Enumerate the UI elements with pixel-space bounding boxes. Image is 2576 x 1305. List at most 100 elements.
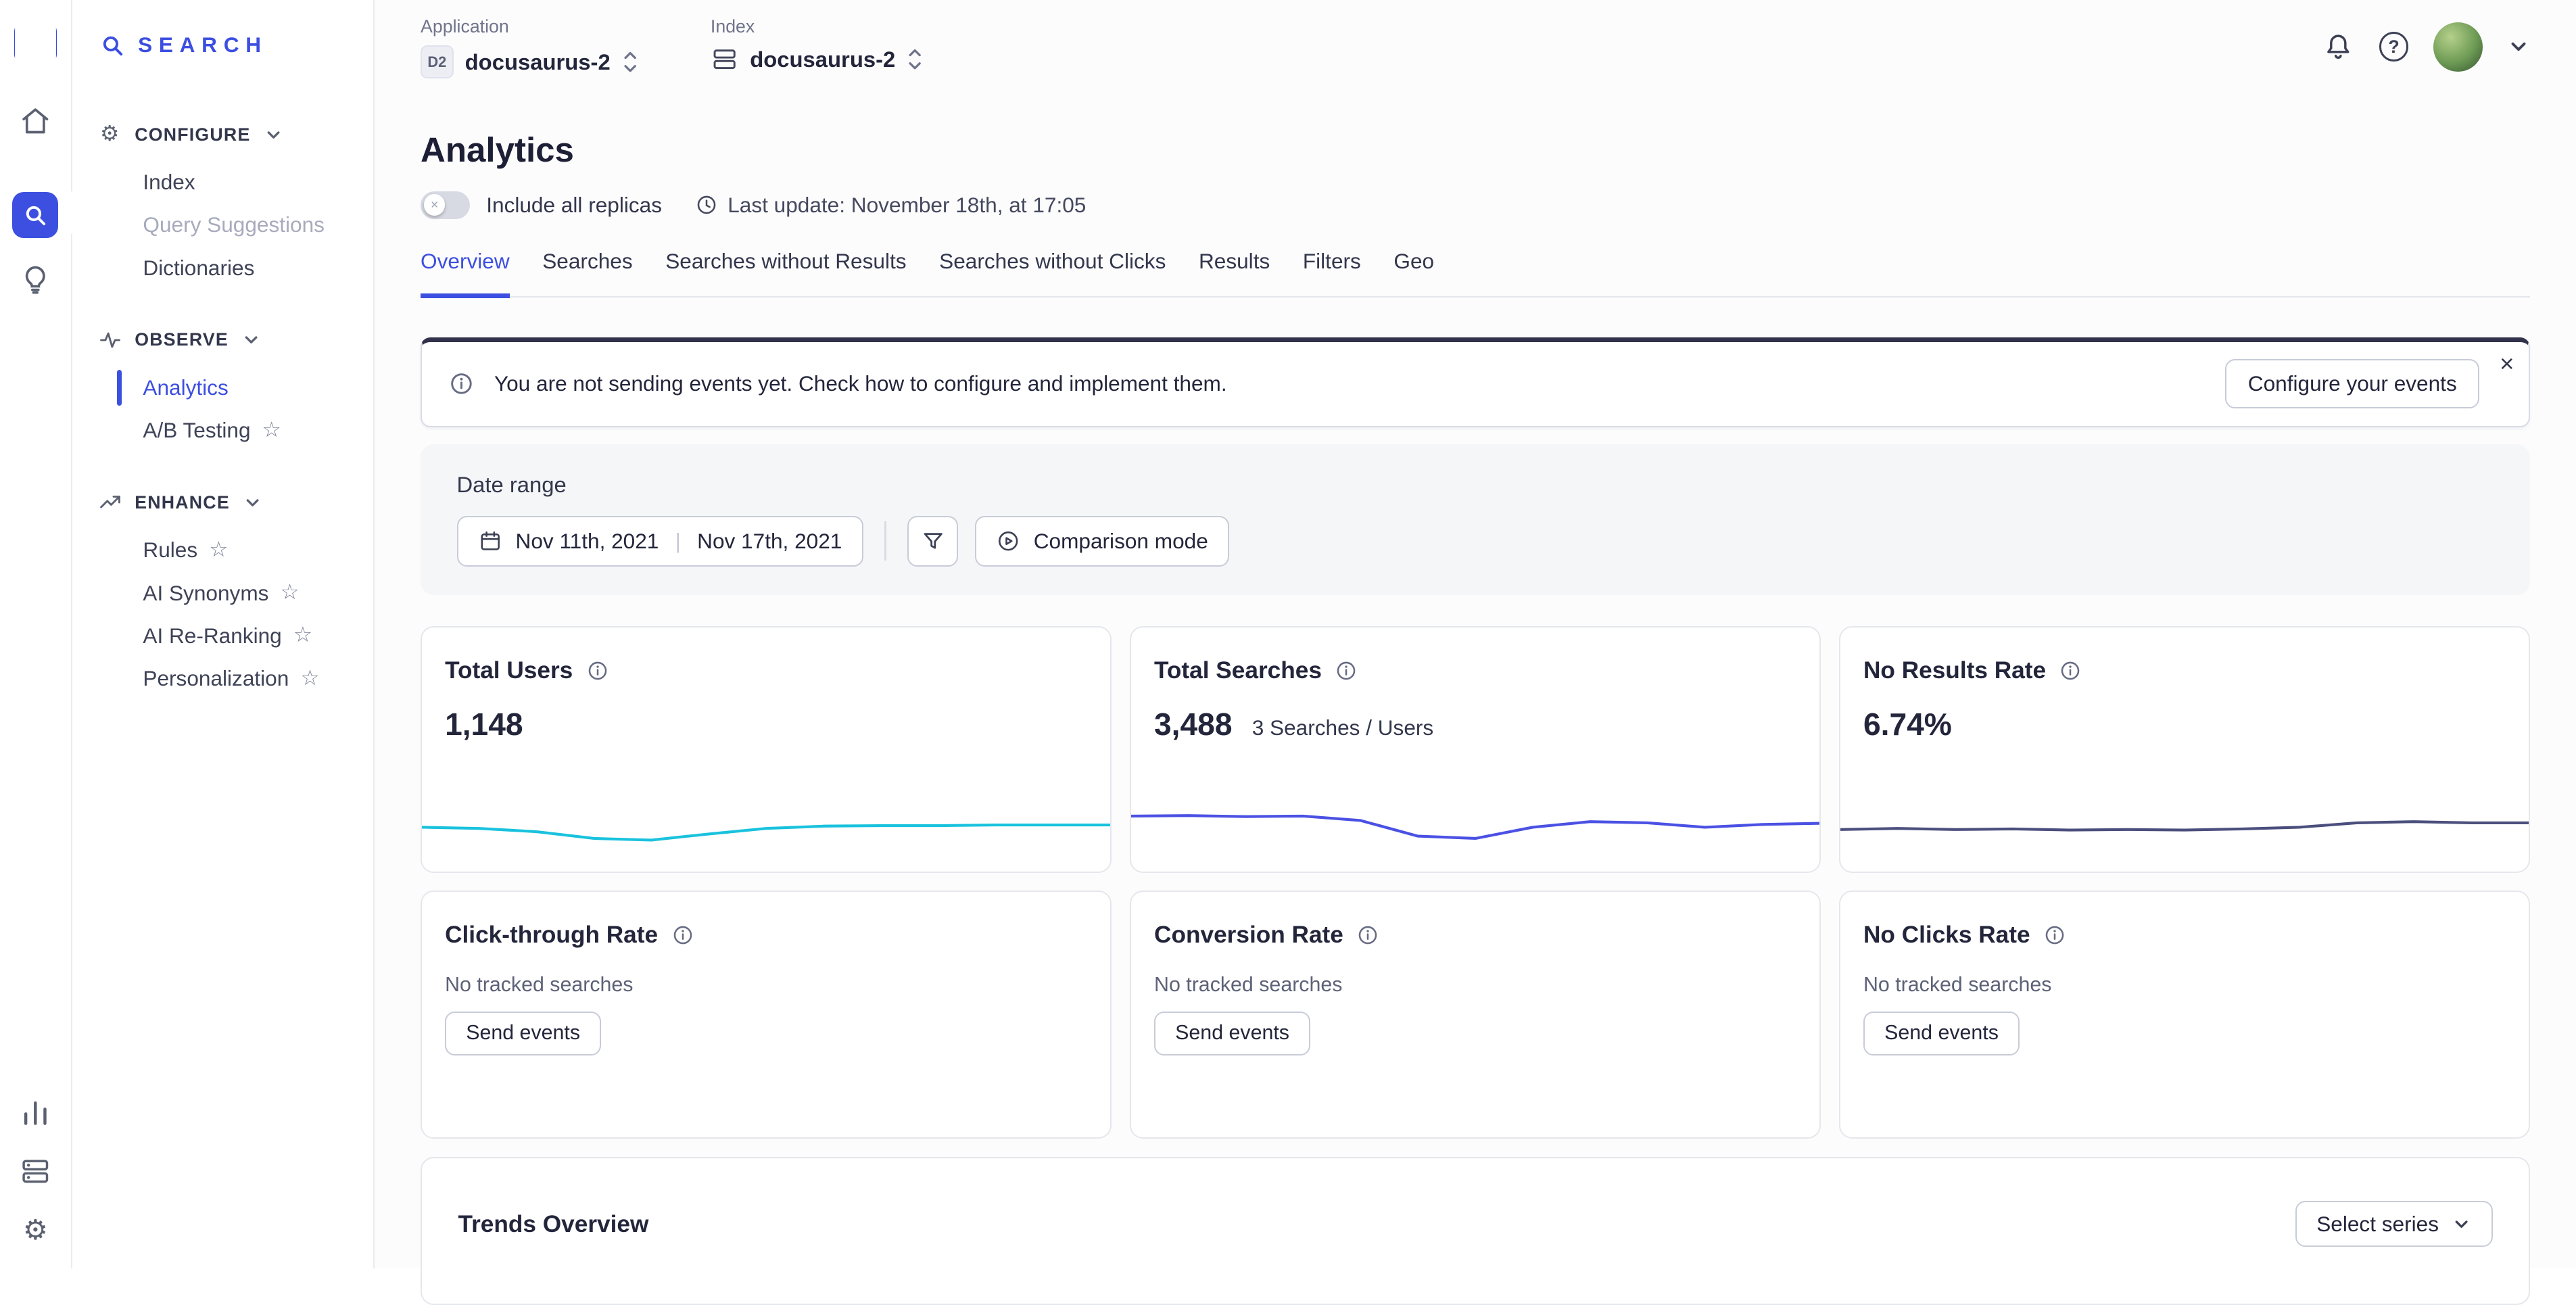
total-users-card: Total Users 1,148 [421,626,1112,873]
section-header-observe[interactable]: OBSERVE [72,329,373,352]
info-icon[interactable] [1335,659,1358,682]
toggle-label: Include all replicas [486,193,662,218]
application-selector[interactable]: Application D2 docusaurus-2 [421,16,638,93]
algolia-logo[interactable] [14,22,57,64]
sidebar-item-ab-testing[interactable]: A/B Testing ☆ [72,409,373,452]
star-icon[interactable]: ☆ [209,540,228,561]
no-results-rate-card: No Results Rate 6.74% [1839,626,2530,873]
sidebar-item-index[interactable]: Index [72,161,373,204]
top-right-actions: ? [2322,0,2531,94]
application-value: docusaurus-2 [465,49,611,75]
date-range-panel: Date range Nov 11th, 2021 | Nov 17th, 20… [421,444,2530,596]
close-icon[interactable]: × [2500,352,2514,376]
home-icon[interactable] [18,103,53,139]
section-label: ENHANCE [135,492,230,513]
send-events-button[interactable]: Send events [445,1012,601,1056]
tab-overview[interactable]: Overview [421,249,510,298]
star-icon[interactable]: ☆ [300,668,319,690]
usage-chart-icon[interactable] [18,1094,53,1130]
section-header-configure[interactable]: ⚙ CONFIGURE [72,123,373,146]
toggle-knob: × [424,194,446,216]
card-title: Total Users [445,657,573,684]
conversion-rate-card: Conversion Rate No tracked searches Send… [1130,891,1821,1139]
banner-text: You are not sending events yet. Check ho… [494,371,1227,396]
selector-chevrons-icon [907,45,923,73]
calendar-icon [478,529,502,553]
send-events-button[interactable]: Send events [1154,1012,1310,1056]
filter-button[interactable] [907,516,958,567]
sidebar-item-ai-synonyms[interactable]: AI Synonyms ☆ [72,572,373,615]
card-title: Total Searches [1154,657,1322,684]
info-icon[interactable] [1356,924,1379,947]
events-banner: You are not sending events yet. Check ho… [421,337,2530,428]
send-events-button[interactable]: Send events [1863,1012,2020,1056]
info-icon[interactable] [2059,659,2082,682]
search-product-header: SEARCH [72,33,373,57]
app-root: ⚙ SEARCH ⚙ CONFIGURE Index Query Suggest… [0,0,2576,1268]
configure-events-button[interactable]: Configure your events [2225,359,2479,408]
search-product-icon[interactable] [12,192,58,238]
chevron-down-icon [241,330,261,350]
section-observe: OBSERVE Analytics A/B Testing ☆ [72,329,373,452]
tab-filters[interactable]: Filters [1303,249,1361,298]
card-title: Click-through Rate [445,922,658,949]
tab-searches-without-results[interactable]: Searches without Results [665,249,906,298]
top-bar: Application D2 docusaurus-2 Index docusa… [375,0,2576,94]
total-users-sparkline [422,791,1110,860]
star-icon[interactable]: ☆ [280,582,299,604]
meta-row: × Include all replicas Last update: Nove… [421,191,2530,219]
sidebar-item-ai-re-ranking[interactable]: AI Re-Ranking ☆ [72,615,373,657]
recommend-lightbulb-icon[interactable] [18,261,53,297]
application-label: Application [421,16,638,37]
clock-icon [695,193,718,216]
tab-searches-without-clicks[interactable]: Searches without Clicks [939,249,1166,298]
product-name: SEARCH [138,32,268,57]
index-selector[interactable]: Index docusaurus-2 [711,16,924,93]
trends-title: Trends Overview [458,1211,649,1238]
data-sources-icon[interactable] [18,1154,53,1189]
gear-icon: ⚙ [99,123,122,146]
tab-geo[interactable]: Geo [1393,249,1434,298]
trending-up-icon [99,491,122,514]
sidebar-item-personalization[interactable]: Personalization ☆ [72,657,373,700]
user-avatar[interactable] [2433,22,2483,72]
divider [884,521,886,561]
sidebar-item-analytics[interactable]: Analytics [72,366,373,409]
account-chevron-down-icon[interactable] [2507,35,2530,58]
tab-searches[interactable]: Searches [542,249,632,298]
info-icon[interactable] [586,659,609,682]
tab-results[interactable]: Results [1199,249,1270,298]
selector-chevrons-icon [622,48,638,76]
info-icon[interactable] [2043,924,2066,947]
help-icon[interactable]: ? [2379,32,2409,62]
date-range-picker[interactable]: Nov 11th, 2021 | Nov 17th, 2021 [457,516,863,567]
funnel-icon [921,529,945,553]
section-header-enhance[interactable]: ENHANCE [72,491,373,514]
settings-gear-icon[interactable]: ⚙ [18,1212,53,1248]
no-results-rate-sparkline [1840,791,2529,860]
chevron-down-icon [264,125,283,145]
star-icon[interactable]: ☆ [262,420,281,442]
index-stack-icon [711,45,738,73]
select-series-dropdown[interactable]: Select series [2295,1201,2493,1247]
star-icon[interactable]: ☆ [293,625,312,646]
card-title: No Results Rate [1863,657,2046,684]
search-icon [100,33,124,57]
sidebar-item-query-suggestions[interactable]: Query Suggestions [72,204,373,246]
main-area: Application D2 docusaurus-2 Index docusa… [375,0,2576,1268]
page-title: Analytics [421,130,2530,170]
total-searches-sparkline [1131,791,1819,860]
metric-cards-grid: Total Users 1,148 Total Searches 3,488 3… [421,626,2530,1139]
sidebar-item-rules[interactable]: Rules ☆ [72,529,373,571]
application-badge: D2 [421,45,454,78]
trends-overview-card: Trends Overview Select series [421,1157,2530,1305]
sidebar-item-dictionaries[interactable]: Dictionaries [72,246,373,289]
comparison-mode-button[interactable]: Comparison mode [975,516,1229,567]
include-replicas-toggle[interactable]: × [421,191,470,219]
no-clicks-rate-card: No Clicks Rate No tracked searches Send … [1839,891,2530,1139]
notifications-bell-icon[interactable] [2322,30,2355,64]
click-through-rate-card: Click-through Rate No tracked searches S… [421,891,1112,1139]
analytics-content: Analytics × Include all replicas Last up… [375,94,2576,1305]
info-icon[interactable] [671,924,694,947]
metric-value: 1,148 [445,706,523,742]
